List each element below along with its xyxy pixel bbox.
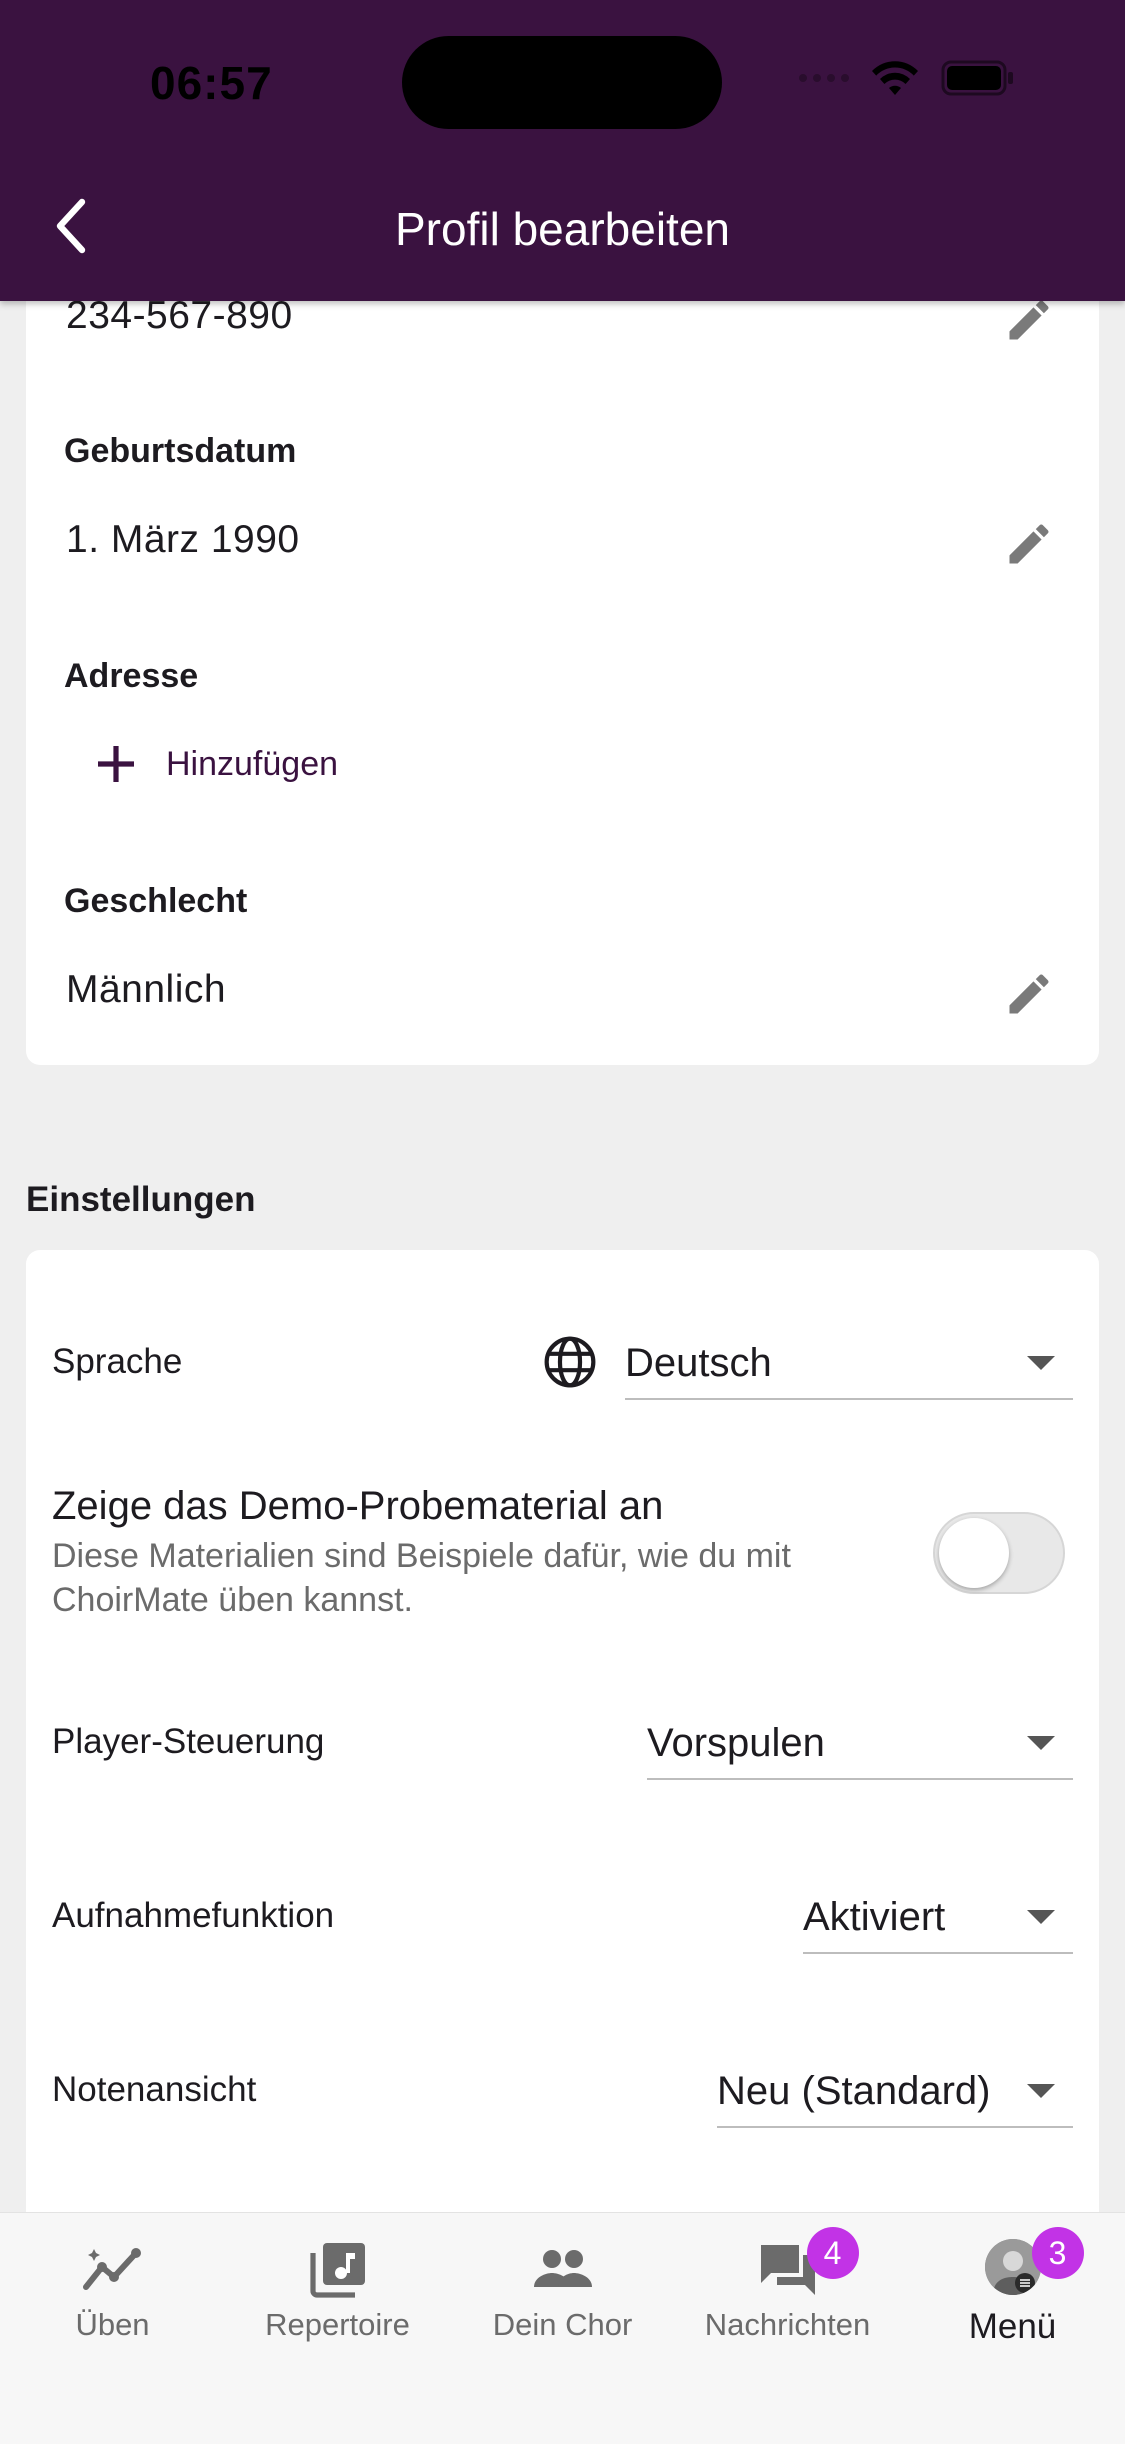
settings-section-title: Einstellungen: [26, 1180, 256, 1219]
bottom-navigation: Üben Repertoire Dein Chor 4 Nachrichten …: [0, 2212, 1125, 2444]
gender-label: Geschlecht: [64, 882, 248, 920]
recording-label: Aufnahmefunktion: [52, 1896, 335, 1935]
nav-label-repertoire: Repertoire: [265, 2307, 410, 2342]
people-icon: [533, 2250, 592, 2287]
nav-label-messages: Nachrichten: [704, 2307, 871, 2342]
nav-item-choir[interactable]: Dein Chor: [450, 2239, 675, 2343]
birthdate-label: Geburtsdatum: [64, 432, 297, 470]
nav-label-menu: Menü: [968, 2307, 1057, 2346]
plus-icon: [98, 746, 134, 782]
nav-item-practice[interactable]: Üben: [0, 2239, 225, 2343]
wifi-icon: [872, 61, 918, 95]
nav-item-messages[interactable]: 4 Nachrichten: [675, 2227, 900, 2343]
menu-badge: 3: [1031, 2227, 1084, 2279]
player-control-select[interactable]: Vorspulen: [647, 1708, 1073, 1780]
notes-view-label: Notenansicht: [52, 2070, 257, 2109]
dynamic-island: [402, 36, 722, 129]
demo-material-subtitle: Diese Materialien sind Beispiele dafür, …: [52, 1537, 791, 1619]
player-control-label: Player-Steuerung: [52, 1722, 325, 1761]
language-label: Sprache: [52, 1342, 183, 1381]
player-control-value: Vorspulen: [647, 1720, 825, 1765]
dropdown-arrow-icon: [1027, 1356, 1055, 1370]
page-title: Profil bearbeiten: [395, 203, 730, 255]
birthdate-value: 1. März 1990: [66, 518, 300, 561]
language-select[interactable]: Deutsch: [625, 1328, 1073, 1400]
edit-gender-icon[interactable]: [1003, 968, 1055, 1020]
battery-icon: [941, 60, 1013, 96]
messages-badge: 4: [806, 2227, 859, 2279]
notes-view-value: Neu (Standard): [717, 2068, 991, 2113]
language-value: Deutsch: [625, 1340, 772, 1385]
dropdown-arrow-icon: [1027, 2084, 1055, 2098]
edit-birthdate-icon[interactable]: [1003, 518, 1055, 570]
nav-item-menu[interactable]: 3 Menü: [900, 2227, 1125, 2347]
status-time: 06:57: [150, 57, 273, 109]
signal-icon: [799, 74, 849, 82]
toggle-knob: [939, 1518, 1009, 1588]
notes-view-select[interactable]: Neu (Standard): [717, 2056, 1073, 2128]
app-header: 06:57 Profil bearbeiten: [0, 0, 1125, 301]
status-icons: [799, 60, 1015, 96]
music-library-icon: [309, 2243, 365, 2298]
demo-material-toggle[interactable]: [933, 1512, 1065, 1594]
nav-label-practice: Üben: [75, 2307, 150, 2342]
nav-item-repertoire[interactable]: Repertoire: [225, 2239, 450, 2343]
gender-value: Männlich: [66, 968, 227, 1011]
dropdown-arrow-icon: [1027, 1736, 1055, 1750]
add-address-label: Hinzufügen: [166, 744, 339, 783]
dropdown-arrow-icon: [1027, 1910, 1055, 1924]
recording-select[interactable]: Aktiviert: [803, 1882, 1073, 1954]
edit-phone-icon[interactable]: [1003, 294, 1055, 346]
profile-card: 234-567-890 Geburtsdatum 1. März 1990 Ad…: [26, 250, 1099, 1065]
recording-value: Aktiviert: [803, 1894, 946, 1939]
practice-trend-icon: [82, 2248, 141, 2290]
demo-material-title: Zeige das Demo-Probematerial an: [52, 1484, 664, 1528]
address-label: Adresse: [64, 657, 199, 695]
nav-label-choir: Dein Chor: [492, 2307, 633, 2342]
add-address-button[interactable]: Hinzufügen: [96, 744, 338, 784]
globe-icon: [544, 1336, 596, 1388]
